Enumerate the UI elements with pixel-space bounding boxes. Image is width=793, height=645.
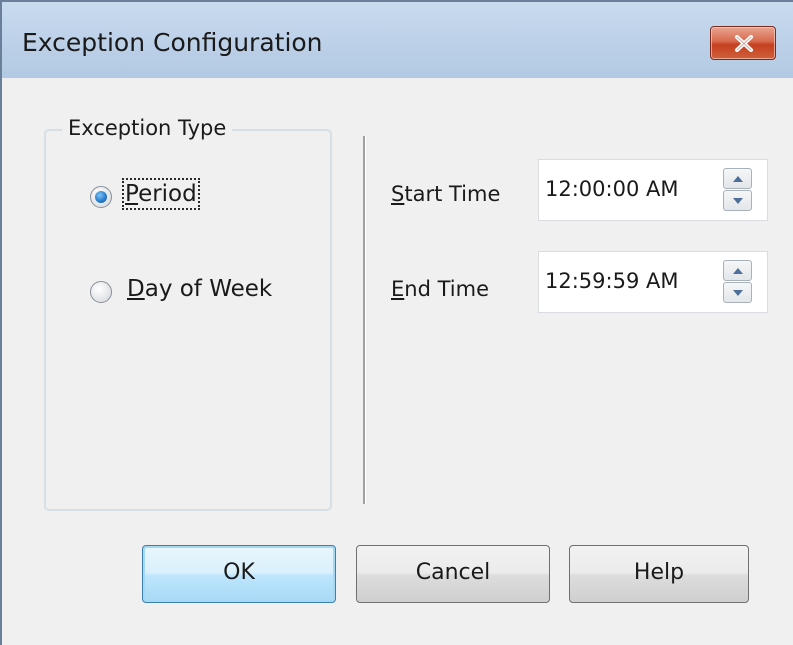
end-time-spinner: [723, 260, 752, 303]
end-time-value[interactable]: 12:59:59 AM: [545, 269, 678, 293]
day-of-week-radio[interactable]: [90, 281, 112, 303]
start-time-label: Start Time: [391, 182, 500, 206]
end-time-field[interactable]: 12:59:59 AM: [538, 251, 768, 313]
radio-selected-dot: [95, 191, 107, 203]
period-radio[interactable]: [90, 186, 112, 208]
end-time-label: End Time: [391, 277, 489, 301]
day-mnemonic: D: [127, 276, 145, 302]
chevron-up-icon: [733, 268, 743, 274]
day-label-rest: ay of Week: [144, 276, 273, 302]
start-time-spin-up-button[interactable]: [723, 168, 752, 189]
exception-type-legend: Exception Type: [62, 116, 233, 140]
chevron-up-icon: [733, 176, 743, 182]
title-bar[interactable]: Exception Configuration: [2, 2, 793, 78]
start-time-spin-down-button[interactable]: [723, 190, 752, 211]
chevron-down-icon: [733, 290, 743, 296]
cancel-button[interactable]: Cancel: [356, 545, 550, 603]
end-mnemonic: E: [391, 277, 405, 301]
chevron-down-icon: [733, 198, 743, 204]
start-mnemonic: S: [391, 182, 405, 206]
end-time-spin-down-button[interactable]: [723, 282, 752, 303]
dialog-window: Exception Configuration Exception Type P…: [0, 0, 793, 645]
dialog-client-area: Exception Type Period Day of Week Start …: [2, 78, 793, 645]
start-time-field[interactable]: 12:00:00 AM: [538, 159, 768, 221]
start-time-spinner: [723, 168, 752, 211]
end-time-spin-up-button[interactable]: [723, 260, 752, 281]
period-radio-label[interactable]: Period: [122, 178, 200, 210]
help-button[interactable]: Help: [569, 545, 749, 603]
close-icon: [735, 35, 753, 52]
close-button[interactable]: [710, 26, 776, 60]
period-mnemonic: P: [125, 181, 139, 207]
day-of-week-radio-label[interactable]: Day of Week: [127, 276, 272, 302]
period-label-rest: eriod: [138, 181, 197, 207]
ok-button[interactable]: OK: [142, 545, 336, 603]
start-time-value[interactable]: 12:00:00 AM: [545, 177, 678, 201]
window-title: Exception Configuration: [22, 28, 323, 57]
start-label-rest: tart Time: [404, 182, 501, 206]
end-label-rest: nd Time: [404, 277, 489, 301]
vertical-separator: [363, 136, 366, 504]
